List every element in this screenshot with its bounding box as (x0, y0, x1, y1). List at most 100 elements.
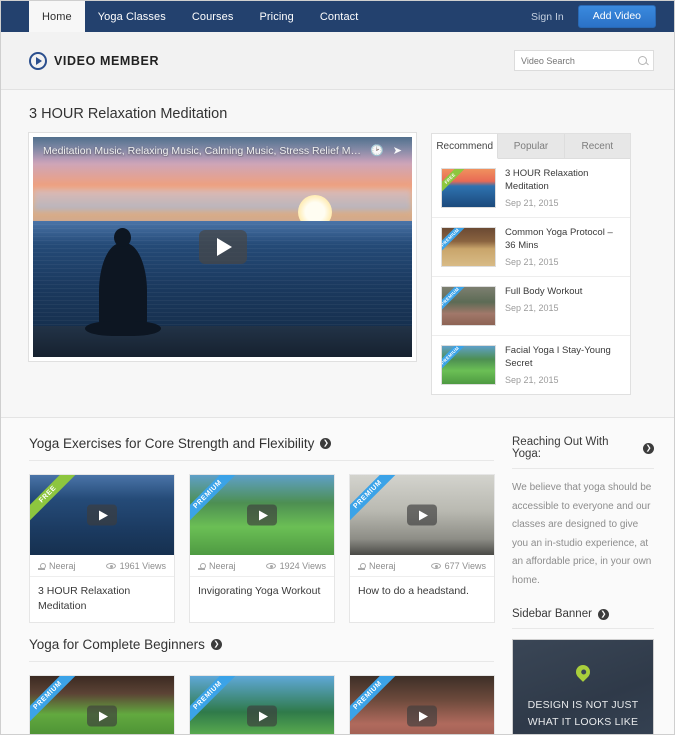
list-item-title: Facial Yoga I Stay-Young Secret (505, 345, 611, 369)
card-meta: Neeraj 1961 Views (30, 555, 174, 577)
card-thumbnail: PREMIUM (30, 676, 174, 734)
list-item[interactable]: PREMIUM Common Yoga Protocol – 36 Mins S… (432, 218, 630, 277)
badge-ribbon: PREMIUM (442, 346, 469, 375)
card-author: Neeraj (358, 561, 396, 571)
play-icon[interactable] (407, 705, 437, 727)
chevron-right-icon[interactable]: ❯ (320, 438, 332, 449)
tab-label: Recent (581, 141, 614, 152)
tab-popular[interactable]: Popular (498, 134, 565, 159)
hero-row: Meditation Music, Relaxing Music, Calmin… (29, 133, 654, 395)
card-meta: Neeraj 677 Views (350, 555, 494, 577)
sidebar-banner[interactable]: DESIGN IS NOT JUST WHAT IT LOOKS LIKE AN… (512, 639, 654, 734)
main-column: Yoga Exercises for Core Strength and Fle… (29, 436, 495, 734)
section-heading: Yoga for Complete Beginners ❯ (29, 637, 494, 663)
nav-item-home[interactable]: Home (29, 1, 85, 32)
about-heading: Reaching Out With Yoga: ❯ (512, 436, 654, 469)
sidebar-column: Reaching Out With Yoga: ❯ We believe tha… (512, 436, 654, 734)
section-heading-text: Yoga Exercises for Core Strength and Fle… (29, 436, 315, 451)
list-item[interactable]: FREE 3 HOUR Relaxation Meditation Sep 21… (432, 159, 630, 218)
content-section: Yoga Exercises for Core Strength and Fle… (29, 436, 495, 624)
sidebar-banner-text: DESIGN IS NOT JUST WHAT IT LOOKS LIKE AN… (524, 699, 642, 734)
nav-item-label: Home (42, 10, 72, 23)
card-author: Neeraj (198, 561, 236, 571)
card-views: 1924 Views (265, 561, 326, 571)
chevron-right-icon[interactable]: ❯ (597, 608, 609, 620)
badge-ribbon: PREMIUM (190, 475, 241, 527)
site-header: VIDEO MEMBER (1, 32, 674, 90)
player-title-bar: Meditation Music, Relaxing Music, Calmin… (33, 137, 412, 164)
play-icon[interactable] (247, 705, 277, 727)
card-title: 3 HOUR Relaxation Meditation (38, 585, 131, 612)
nav-item-label: Courses (191, 10, 234, 23)
list-item-meta: Common Yoga Protocol – 36 Mins Sep 21, 2… (505, 227, 621, 267)
user-icon (198, 562, 206, 570)
card-thumbnail: PREMIUM (190, 475, 334, 555)
tab-recent[interactable]: Recent (564, 134, 630, 159)
play-icon[interactable] (87, 504, 117, 526)
add-video-button[interactable]: Add Video (577, 5, 656, 28)
recommend-panel: Recommend Popular Recent FREE 3 HOUR Rel… (431, 133, 631, 395)
nav-item-label: Pricing (259, 10, 294, 23)
nav-item-pricing[interactable]: Pricing (246, 1, 306, 32)
eye-icon (265, 563, 276, 569)
video-card[interactable]: PREMIUM Neeraj 677 Views How to do a hea… (349, 474, 495, 624)
top-navigation-bar: Home Yoga Classes Courses Pricing Contac… (1, 1, 674, 32)
card-views-count: 1961 Views (119, 561, 166, 571)
player-meditating-figure (85, 227, 161, 336)
card-author-name: Neeraj (369, 561, 396, 571)
thumbnail: PREMIUM (441, 286, 496, 326)
search-icon[interactable] (638, 56, 647, 65)
eye-icon (105, 563, 116, 569)
search-input[interactable] (521, 55, 638, 66)
list-item-title: 3 HOUR Relaxation Meditation (505, 168, 589, 192)
card-author: Neeraj (38, 561, 76, 571)
chevron-right-icon[interactable]: ❯ (210, 639, 222, 651)
list-item-date: Sep 21, 2015 (505, 256, 559, 267)
sidebar-banner-heading: Sidebar Banner ❯ (512, 608, 654, 629)
tab-label: Popular (513, 141, 549, 152)
recommend-list: FREE 3 HOUR Relaxation Meditation Sep 21… (432, 159, 630, 394)
badge-ribbon: FREE (442, 169, 469, 198)
play-icon[interactable] (247, 504, 277, 526)
card-meta: Neeraj 1924 Views (190, 555, 334, 577)
chevron-right-icon[interactable]: ❯ (643, 442, 654, 454)
sign-in-link[interactable]: Sign In (531, 11, 564, 23)
nav-item-label: Yoga Classes (97, 10, 166, 23)
thumbnail: FREE (441, 168, 496, 208)
video-player[interactable]: Meditation Music, Relaxing Music, Calmin… (29, 133, 416, 361)
nav-item-yoga-classes[interactable]: Yoga Classes (85, 1, 179, 32)
play-icon[interactable] (87, 705, 117, 727)
badge-ribbon: PREMIUM (350, 475, 401, 527)
eye-icon (430, 563, 441, 569)
video-card[interactable]: PREMIUM Neeraj 1924 Views Invigorating Y… (189, 474, 335, 624)
player-clouds (33, 189, 412, 211)
video-card[interactable]: PREMIUM (349, 675, 495, 734)
card-author-name: Neeraj (49, 561, 76, 571)
list-item-meta: 3 HOUR Relaxation Meditation Sep 21, 201… (505, 168, 621, 208)
list-item-title: Common Yoga Protocol – 36 Mins (505, 227, 613, 251)
video-card[interactable]: PREMIUM (189, 675, 335, 734)
list-item-date: Sep 21, 2015 (505, 197, 559, 208)
nav-item-contact[interactable]: Contact (307, 1, 372, 32)
share-icon[interactable]: ➤ (393, 144, 402, 157)
site-logo[interactable]: VIDEO MEMBER (29, 51, 159, 70)
watch-later-icon[interactable]: 🕑 (370, 144, 384, 157)
hero-section: 3 HOUR Relaxation Meditation Meditation … (1, 90, 674, 418)
nav-item-courses[interactable]: Courses (179, 1, 247, 32)
video-card[interactable]: PREMIUM (29, 675, 175, 734)
card-views: 677 Views (430, 561, 486, 571)
nav-actions: Sign In Add Video (531, 1, 674, 32)
play-icon[interactable] (407, 504, 437, 526)
tab-recommend[interactable]: Recommend (432, 134, 499, 159)
badge-ribbon: PREMIUM (442, 228, 469, 257)
about-heading-text: Reaching Out With Yoga: (512, 436, 609, 460)
list-item[interactable]: PREMIUM Full Body Workout Sep 21, 2015 (432, 277, 630, 336)
card-author-name: Neeraj (209, 561, 236, 571)
list-item-meta: Facial Yoga I Stay-Young Secret Sep 21, … (505, 345, 621, 385)
badge-ribbon: FREE (30, 475, 81, 527)
search-box[interactable] (514, 50, 654, 71)
play-icon[interactable] (198, 230, 247, 264)
list-item-date: Sep 21, 2015 (505, 302, 559, 313)
video-card[interactable]: FREE Neeraj 1961 Views 3 HOUR Relaxation… (29, 474, 175, 624)
list-item[interactable]: PREMIUM Facial Yoga I Stay-Young Secret … (432, 336, 630, 394)
